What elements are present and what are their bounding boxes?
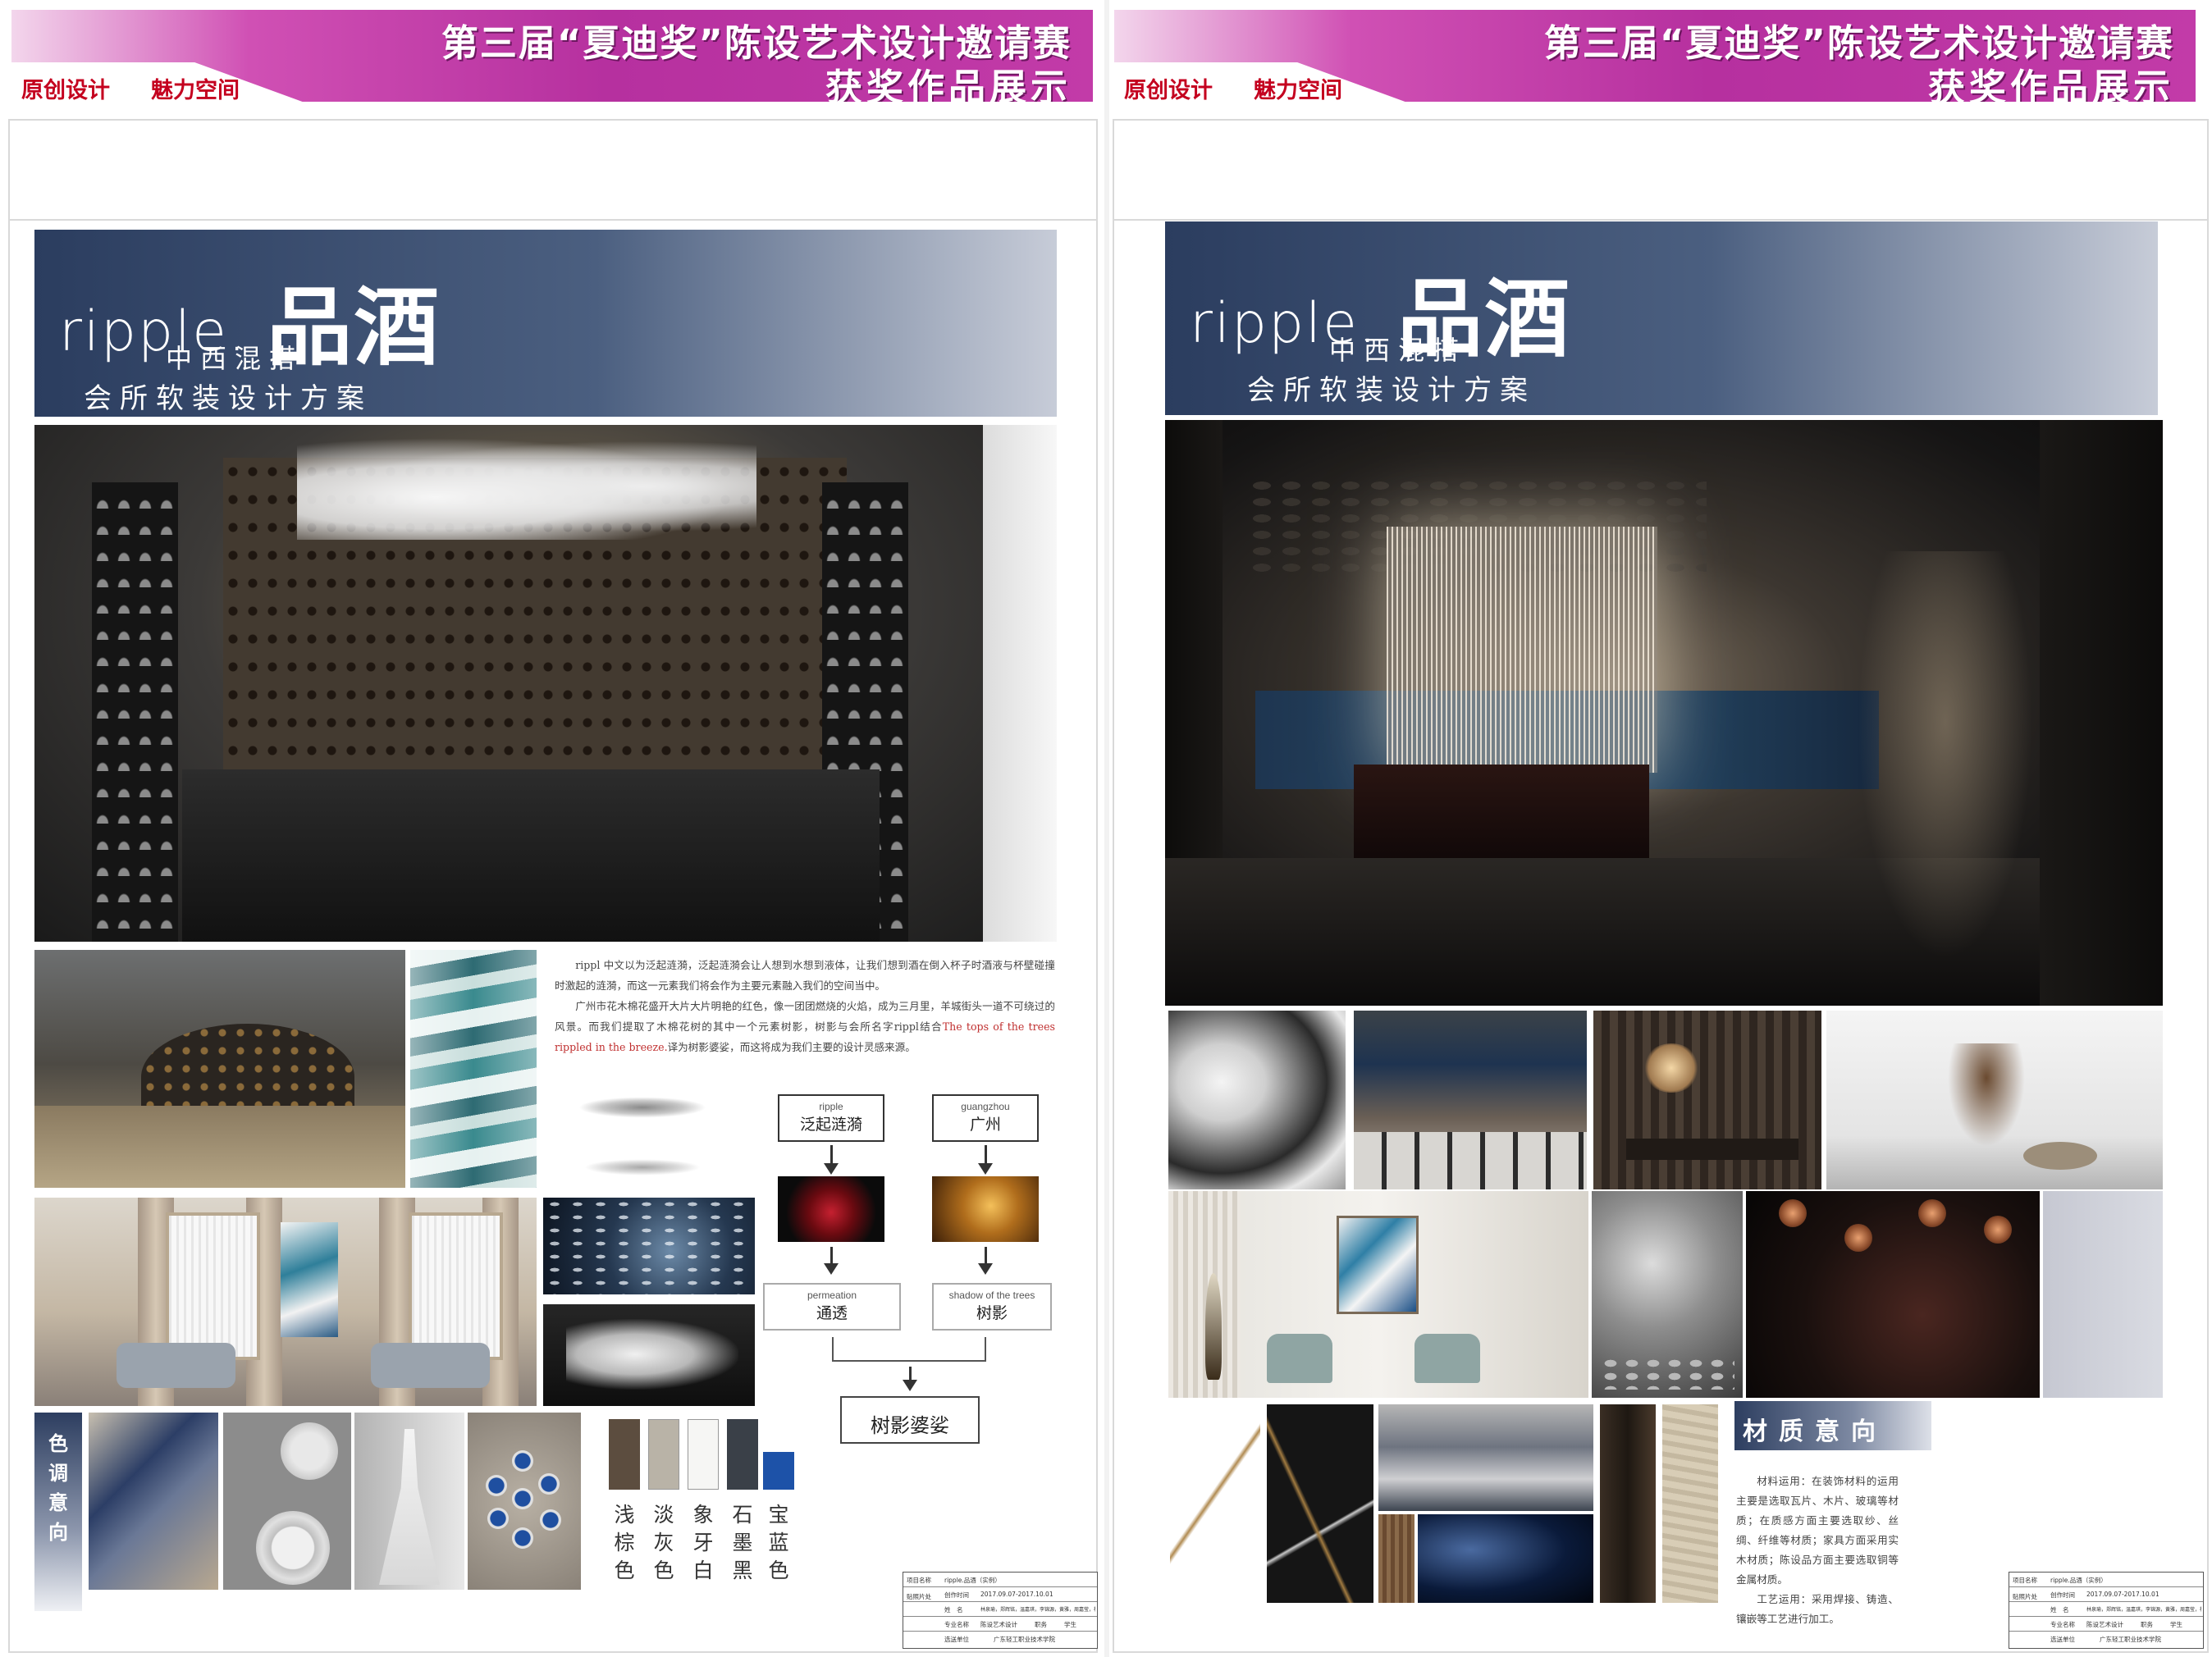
scarf-image [89, 1413, 218, 1590]
flow-arrow-3 [824, 1247, 839, 1275]
board-title-block: ripple. 品酒 中西混搭 会所软装设计方案 [34, 230, 1057, 417]
black-marble-sample [1170, 1404, 1260, 1603]
gray-textile-sample [1378, 1404, 1593, 1511]
description-paragraph-2: 广州市花木棉花盛开大片大片明艳的红色，像一团团燃烧的火焰，成为三月里，羊城街头一… [555, 1000, 1056, 1053]
flow-box-tree-shadow: shadow of the trees 树影 [932, 1283, 1052, 1331]
wood-sample [1378, 1514, 1414, 1603]
navy-silk-sample [1418, 1514, 1593, 1603]
left-page: 第三届“夏迪奖”陈设艺术设计邀请赛 获奖作品展示 原创设计 魅力空间 rippl… [0, 0, 1104, 1657]
flow-box-permeation: permeation 通透 [763, 1283, 901, 1331]
banner-title-line2: 获奖作品展示 [825, 66, 1072, 102]
board-subtitle-2: 会所软装设计方案 [84, 382, 372, 415]
swatch-ivory-white [688, 1419, 719, 1490]
tag-charm-space: 魅力空间 [151, 78, 240, 102]
swatch-royal-blue [763, 1452, 794, 1490]
color-tone-label: 色调意向 [34, 1413, 82, 1611]
board-title-block-right: ripple. 品酒 中西混搭 会所软装设计方案 [1165, 221, 2158, 415]
wine-bar-render [34, 425, 1057, 942]
tag-original-design-right: 原创设计 [1124, 78, 1213, 102]
flow-arrow-4 [978, 1247, 993, 1275]
flow-arrow-5 [903, 1367, 917, 1391]
round-wine-room-render [34, 950, 405, 1188]
blue-abstract-painting [1337, 1216, 1419, 1314]
blue-cups-image [468, 1413, 581, 1590]
bar-counter [182, 769, 880, 942]
tree-shadow-sketch [545, 1147, 740, 1188]
tag-original-design: 原创设计 [21, 78, 110, 102]
red-wine-image [778, 1176, 884, 1242]
glass-tile-image [410, 950, 537, 1188]
window-left [166, 1212, 260, 1360]
board-subtitle-2-right: 会所软装设计方案 [1247, 374, 1536, 407]
info-table-right: 项目名称 ripple.品酒（实例） 贴照片处 创作时间 2017.09.07-201… [2009, 1572, 2204, 1649]
description-paragraph-1: rippl 中文以为泛起涟漪，泛起涟漪会让人想到水想到液体，让我们想到酒在倒入杯… [555, 959, 1055, 992]
banner-title-line2-right: 获奖作品展示 [1927, 66, 2174, 102]
plate-image [223, 1413, 351, 1590]
design-description: rippl 中文以为泛起涟漪，泛起涟漪会让人想到水想到液体，让我们想到酒在倒入杯… [555, 955, 1055, 1057]
art-lounge-render [1168, 1191, 1588, 1398]
material-title: 材质意向 [1743, 1417, 1887, 1446]
wine-glass-image [1746, 1191, 2040, 1398]
header-banner-right: 第三届“夏迪奖”陈设艺术设计邀请赛 获奖作品展示 原创设计 魅力空间 [1114, 10, 2196, 102]
swatch-label-royal-blue: 宝蓝色 [768, 1503, 789, 1582]
moon-branch-image [1592, 1191, 1743, 1398]
swatch-label-ivory-white: 象牙白 [692, 1503, 714, 1582]
tag-charm-space-right: 魅力空间 [1254, 78, 1342, 102]
gray-panel [2043, 1191, 2163, 1398]
color-tone-text: 色调意向 [48, 1431, 68, 1544]
poster-spread: 第三届“夏迪奖”陈设艺术设计邀请赛 获奖作品展示 原创设计 魅力空间 rippl… [0, 0, 2212, 1657]
material-title-block: 材质意向 [1734, 1401, 1931, 1450]
ink-marble-image [1168, 1011, 1346, 1189]
blue-lounge-image [1354, 1011, 1587, 1189]
sculpture [1205, 1273, 1222, 1380]
info-table-left: 项目名称 ripple.品酒（实例） 贴照片处 创作时间 2017.09.07-201… [903, 1572, 1098, 1649]
sofa-right [371, 1343, 490, 1388]
frame-header-strip [10, 121, 1096, 221]
swatch-label-graphite-black: 石墨黑 [732, 1503, 753, 1582]
flow-box-guangzhou: guangzhou 广州 [932, 1094, 1039, 1142]
ripple-installation [297, 433, 756, 540]
board-subtitle-1: 中西混搭 [166, 343, 304, 374]
abstract-painting [281, 1222, 338, 1337]
gold-vein-marble-sample [1267, 1404, 1373, 1603]
crystal-chandelier [1387, 527, 1657, 773]
ripple-sketch [545, 1081, 740, 1147]
wood-screen-image [1593, 1011, 1821, 1189]
lounge-render [34, 1198, 537, 1406]
swatch-label-light-brown: 浅棕色 [614, 1503, 635, 1582]
swatch-graphite-black [727, 1419, 758, 1490]
beige-stone-sample [1662, 1404, 1718, 1603]
swatch-light-brown [609, 1419, 640, 1490]
dress-image [354, 1413, 464, 1590]
decorative-tree [1851, 551, 2040, 978]
flow-arrow-2 [978, 1145, 993, 1175]
material-paragraph-1: 材料运用：在装饰材料的运用主要是选取瓦片、木片、玻璃等材质；在质感方面主要选取纱… [1736, 1475, 1899, 1586]
swatch-label-light-gray: 淡灰色 [653, 1503, 674, 1582]
crumpled-sculpture-image [543, 1304, 755, 1406]
flow-arrow-1 [824, 1145, 839, 1175]
header-banner: 第三届“夏迪奖”陈设艺术设计邀请赛 获奖作品展示 原创设计 魅力空间 [11, 10, 1093, 102]
board-subtitle-1-right: 中西混搭 [1329, 335, 1468, 366]
tree-shadow-image [932, 1176, 1039, 1242]
sofa-left [117, 1343, 235, 1388]
dark-wood-sample [1600, 1404, 1656, 1603]
flow-box-ripple: ripple 泛起涟漪 [778, 1094, 884, 1142]
swatch-light-gray [648, 1419, 679, 1490]
dry-tree-installation-image [1826, 1011, 2163, 1189]
fish-school-image [543, 1198, 755, 1294]
material-description: 材料运用：在装饰材料的运用主要是选取瓦片、木片、玻璃等材质；在质感方面主要选取纱… [1736, 1472, 1899, 1629]
flow-result-box: 树影婆娑 [840, 1396, 980, 1444]
wine-rack-left [92, 482, 178, 942]
side-wall [983, 425, 1057, 942]
club-interior-render [1165, 420, 2163, 1006]
material-paragraph-2: 工艺运用：采用焊接、铸造、镶嵌等工艺进行加工。 [1736, 1593, 1899, 1625]
window-right [409, 1212, 503, 1360]
central-bar [1354, 765, 1649, 863]
wood-floor [34, 1106, 405, 1188]
